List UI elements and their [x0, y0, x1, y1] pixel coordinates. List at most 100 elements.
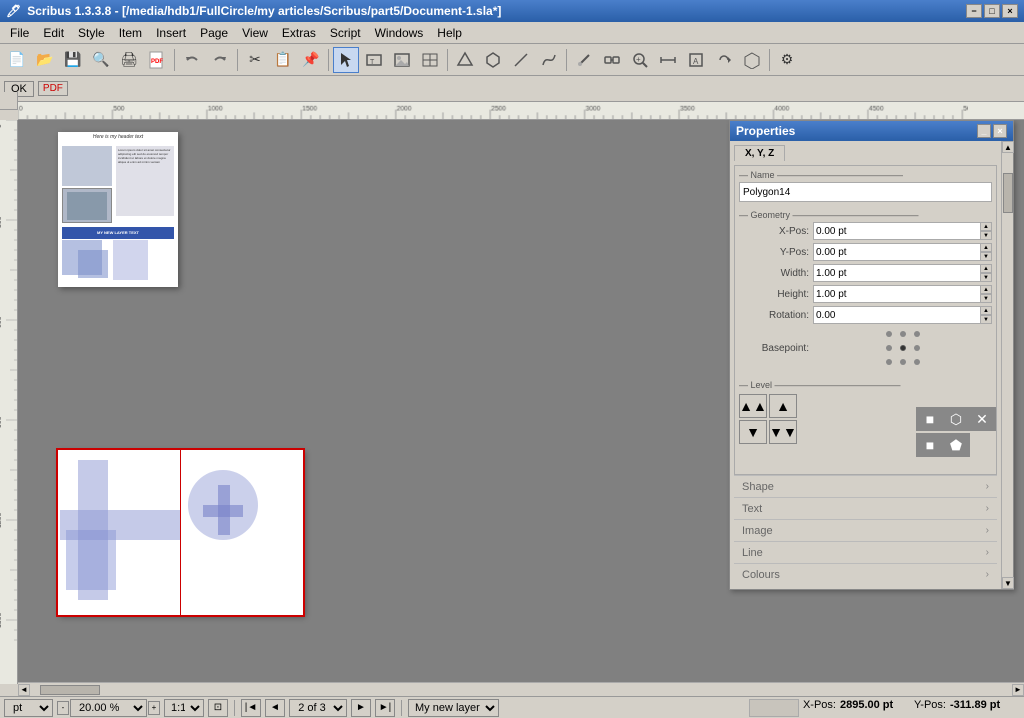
- width-up[interactable]: ▲: [980, 264, 992, 273]
- table-button[interactable]: [417, 47, 443, 73]
- bp-tc[interactable]: [896, 327, 910, 341]
- hscroll-track[interactable]: [30, 685, 1012, 695]
- rotation-down[interactable]: ▼: [980, 315, 992, 324]
- shape-button[interactable]: [452, 47, 478, 73]
- preflight-button[interactable]: 🔍: [88, 47, 114, 73]
- scroll-thumb[interactable]: [1003, 173, 1013, 213]
- paste-button[interactable]: 📌: [298, 47, 324, 73]
- menu-item[interactable]: Item: [113, 24, 148, 42]
- text-frame-button[interactable]: T: [361, 47, 387, 73]
- ypos-field[interactable]: ▲ ▼: [813, 243, 992, 261]
- menu-script[interactable]: Script: [324, 24, 367, 42]
- height-down[interactable]: ▼: [980, 294, 992, 303]
- width-down[interactable]: ▼: [980, 273, 992, 282]
- rotation-spinner[interactable]: ▲ ▼: [980, 306, 992, 324]
- bp-bc[interactable]: [896, 355, 910, 369]
- zoom-select[interactable]: 20.00 % 50.00 % 100.00 %: [70, 699, 147, 717]
- scroll-down-button[interactable]: ▼: [1002, 577, 1014, 589]
- basepoint-grid[interactable]: [813, 327, 992, 369]
- properties-scrollbar[interactable]: ▲ ▼: [1001, 141, 1013, 589]
- xpos-field[interactable]: ▲ ▼: [813, 222, 992, 240]
- rotation-up[interactable]: ▲: [980, 306, 992, 315]
- bp-br[interactable]: [910, 355, 924, 369]
- menu-view[interactable]: View: [236, 24, 274, 42]
- rotation-field[interactable]: ▲ ▼: [813, 306, 992, 324]
- eyedropper-button[interactable]: [571, 47, 597, 73]
- bp-mr[interactable]: [910, 341, 924, 355]
- xpos-input[interactable]: [813, 222, 980, 240]
- save-button[interactable]: 💾: [60, 47, 86, 73]
- hscroll-right-button[interactable]: ►: [1012, 684, 1024, 696]
- menu-insert[interactable]: Insert: [150, 24, 192, 42]
- level-lower-button[interactable]: ▼: [739, 420, 767, 444]
- menu-windows[interactable]: Windows: [369, 24, 430, 42]
- measure-button[interactable]: [655, 47, 681, 73]
- select-button[interactable]: [333, 47, 359, 73]
- cut-button[interactable]: ✂: [242, 47, 268, 73]
- width-field[interactable]: ▲ ▼: [813, 264, 992, 282]
- bp-bl[interactable]: [882, 355, 896, 369]
- menu-help[interactable]: Help: [431, 24, 468, 42]
- ypos-spinner[interactable]: ▲ ▼: [980, 243, 992, 261]
- properties-float-button[interactable]: _: [977, 124, 991, 138]
- scroll-up-button[interactable]: ▲: [1002, 141, 1014, 153]
- link-button[interactable]: [599, 47, 625, 73]
- pdf-annot-button[interactable]: A: [683, 47, 709, 73]
- new-button[interactable]: 📄: [4, 47, 30, 73]
- width-spinner[interactable]: ▲ ▼: [980, 264, 992, 282]
- layer-select[interactable]: My new layer: [408, 699, 499, 717]
- image-frame-button[interactable]: [389, 47, 415, 73]
- canvas-area[interactable]: Here is my header text Lorem ipsum dolor…: [18, 120, 1024, 684]
- zoom-button[interactable]: +: [627, 47, 653, 73]
- height-up[interactable]: ▲: [980, 285, 992, 294]
- basepoint-selector[interactable]: [882, 327, 924, 369]
- level-top-button[interactable]: ▲▲: [739, 394, 767, 418]
- flip-button[interactable]: ⬟: [942, 433, 970, 457]
- xpos-spinner[interactable]: ▲ ▼: [980, 222, 992, 240]
- page-select[interactable]: 2 of 3: [289, 699, 347, 717]
- bp-mc[interactable]: [896, 341, 910, 355]
- bp-tl[interactable]: [882, 327, 896, 341]
- name-input[interactable]: [739, 182, 992, 202]
- pdf-button[interactable]: PDF: [144, 47, 170, 73]
- last-page-button[interactable]: ►|: [375, 699, 395, 717]
- ratio-select[interactable]: 1:1: [164, 699, 204, 717]
- level-bottom-button[interactable]: ▼▼: [769, 420, 797, 444]
- prev-page-button[interactable]: ◄: [265, 699, 285, 717]
- menu-extras[interactable]: Extras: [276, 24, 322, 42]
- menu-style[interactable]: Style: [72, 24, 111, 42]
- ypos-down[interactable]: ▼: [980, 252, 992, 261]
- first-page-button[interactable]: |◄: [241, 699, 261, 717]
- line-button[interactable]: [508, 47, 534, 73]
- lock-size-button[interactable]: ■: [916, 433, 944, 457]
- 3d-button[interactable]: [739, 47, 765, 73]
- rotate-button[interactable]: [711, 47, 737, 73]
- xpos-down[interactable]: ▼: [980, 231, 992, 240]
- maximize-button[interactable]: □: [984, 4, 1000, 18]
- flip-h-button[interactable]: ■: [916, 407, 944, 431]
- tab-xyz[interactable]: X, Y, Z: [734, 145, 785, 161]
- zoom-in-button[interactable]: +: [148, 701, 160, 715]
- zoom-out-button[interactable]: -: [57, 701, 69, 715]
- polygon-button[interactable]: [480, 47, 506, 73]
- shape-section[interactable]: Shape ›: [734, 475, 997, 497]
- titlebar-controls[interactable]: − □ ×: [966, 4, 1018, 18]
- open-button[interactable]: 📂: [32, 47, 58, 73]
- text-section[interactable]: Text ›: [734, 497, 997, 519]
- ypos-input[interactable]: [813, 243, 980, 261]
- width-input[interactable]: [813, 264, 980, 282]
- properties-close-button[interactable]: ×: [993, 124, 1007, 138]
- unit-selector[interactable]: pt mm in: [4, 699, 53, 717]
- rotation-input[interactable]: [813, 306, 980, 324]
- pdf-label-button[interactable]: PDF: [38, 81, 68, 96]
- bp-tr[interactable]: [910, 327, 924, 341]
- hscroll-left-button[interactable]: ◄: [18, 684, 30, 696]
- ypos-up[interactable]: ▲: [980, 243, 992, 252]
- hscroll-thumb[interactable]: [40, 685, 100, 695]
- flip-v-button[interactable]: ⬡: [942, 407, 970, 431]
- next-page-button[interactable]: ►: [351, 699, 371, 717]
- line-section[interactable]: Line ›: [734, 541, 997, 563]
- height-field[interactable]: ▲ ▼: [813, 285, 992, 303]
- colours-section[interactable]: Colours ›: [734, 563, 997, 585]
- bp-ml[interactable]: [882, 341, 896, 355]
